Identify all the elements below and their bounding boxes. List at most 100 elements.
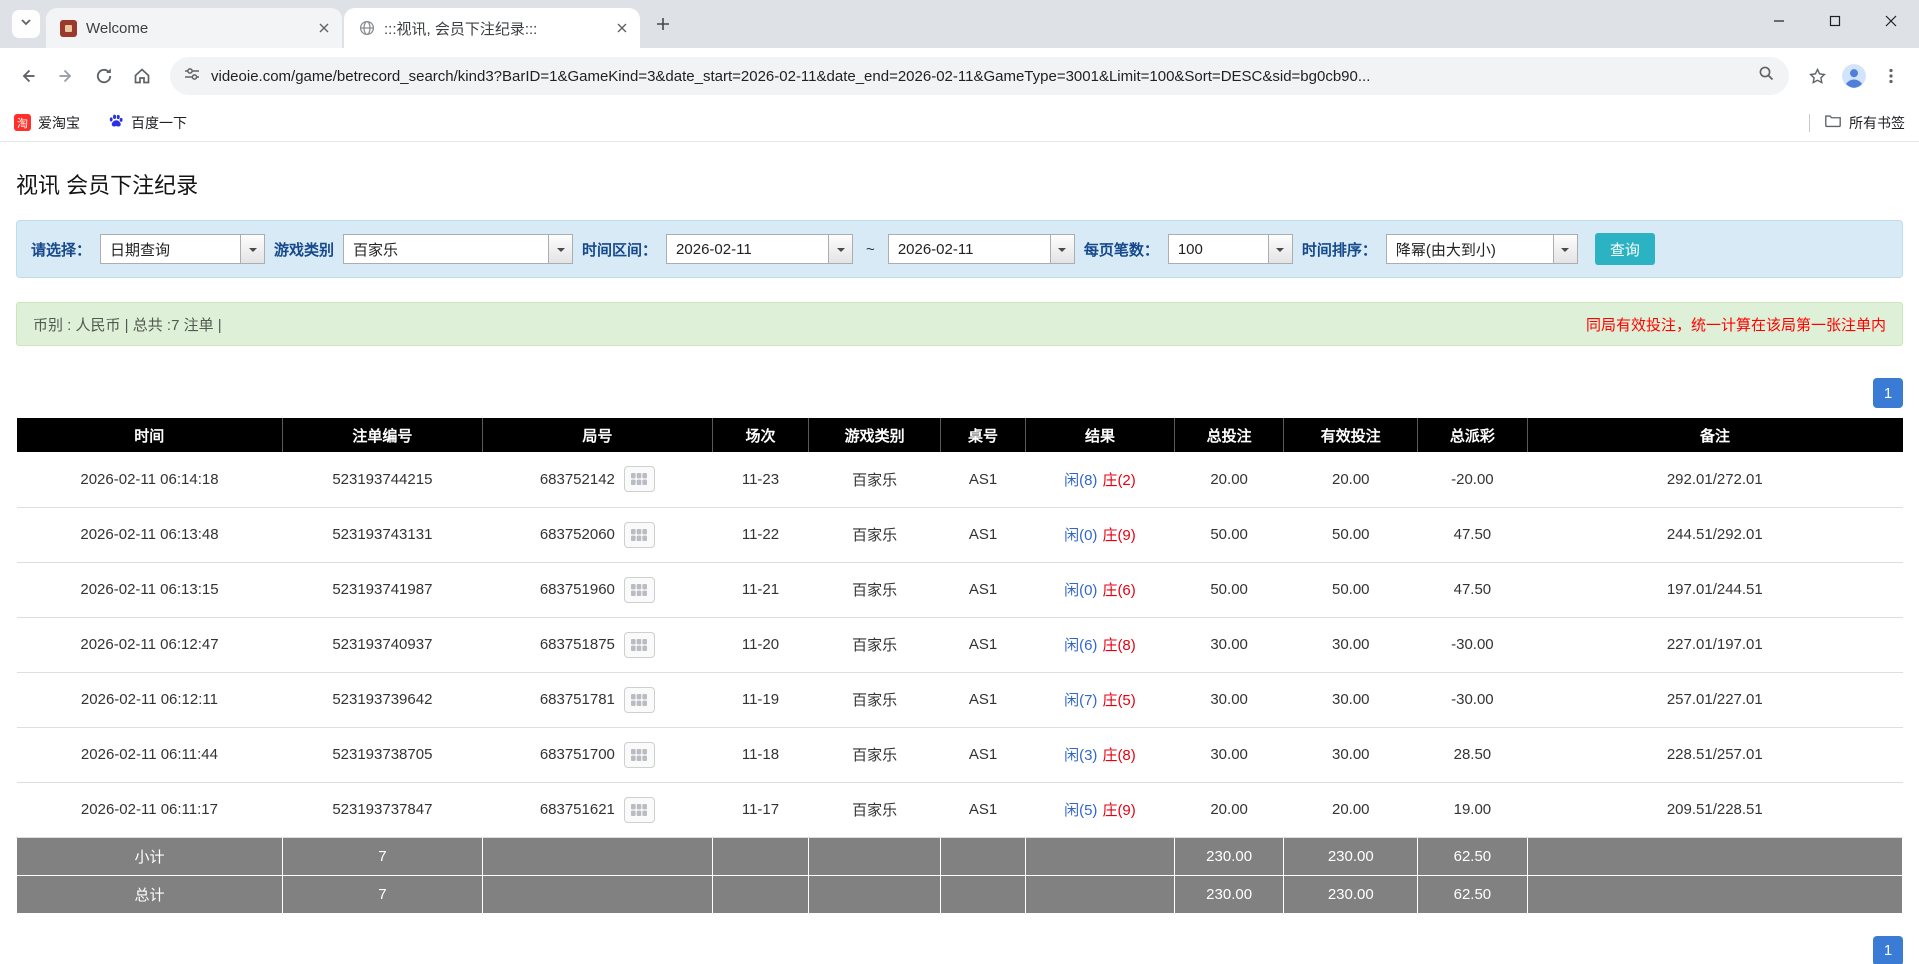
cell-game-kind: 百家乐 [808,782,941,838]
new-tab-button[interactable] [648,9,678,39]
browser-tab-betrecord[interactable]: :::视讯, 会员下注纪录::: [344,8,640,48]
cell-session: 11-19 [712,672,809,728]
tab-close-icon[interactable] [314,18,334,38]
result-player-text: 闲(7) [1064,692,1098,709]
date-range-label: 时间区间： [582,241,658,259]
cell-payout: 47.50 [1417,562,1528,618]
query-type-select[interactable]: 日期查询 [100,234,266,264]
chevron-down-icon[interactable] [828,235,853,263]
round-result-icon[interactable] [623,741,655,768]
date-start-value: 2026-02-11 [676,240,752,258]
result-banker-text: 庄(8) [1102,747,1136,764]
cell-total-bet[interactable]: 50.00 [1174,562,1284,618]
col-header-total-bet: 总投注 [1174,418,1285,452]
site-settings-icon[interactable] [184,66,200,87]
result-banker-text: 庄(6) [1102,582,1136,599]
cell-game-kind: 百家乐 [808,727,941,783]
round-result-icon[interactable] [623,686,655,713]
filter-bar: 请选择： 日期查询 游戏类别 百家乐 时间区间： 2026-02-11 ~ 20… [16,220,1903,278]
subtotal-total-bet: 230.00 [1173,836,1285,876]
total-payout: 62.50 [1417,874,1528,914]
cell-bet-id: 523193738705 [282,727,483,783]
result-player-text: 闲(6) [1064,637,1098,654]
per-page-label: 每页笔数： [1083,241,1159,259]
close-button[interactable] [1863,0,1919,42]
total-label: 总计 [16,874,283,914]
tab-close-icon[interactable] [612,18,632,38]
cell-total-bet[interactable]: 20.00 [1174,452,1284,508]
round-id-text: 683752142 [539,470,615,488]
browser-tab-welcome[interactable]: Welcome [46,8,342,48]
round-id-text: 683751781 [539,691,615,708]
chevron-down-icon[interactable] [1552,235,1577,263]
round-result-icon[interactable] [623,466,655,493]
all-bookmarks-button[interactable]: 所有书签 [1824,112,1905,133]
summary-info-bar: 币别 : 人民币 | 总共 :7 注单 | 同局有效投注，统一计算在该局第一张注… [16,302,1903,346]
page-number-button[interactable]: 1 [1873,378,1903,408]
profile-avatar[interactable] [1837,59,1871,93]
cell-total-bet[interactable]: 30.00 [1174,672,1284,728]
chevron-down-icon [19,15,33,34]
cell-valid-bet: 30.00 [1283,727,1418,783]
round-result-icon[interactable] [623,631,655,658]
bookmark-baidu[interactable]: 百度一下 [108,113,187,133]
folder-icon [1824,112,1842,133]
cell-valid-bet: 30.00 [1283,617,1418,673]
cell-valid-bet: 50.00 [1283,562,1418,618]
window-controls [1751,0,1919,42]
back-button[interactable] [10,58,46,94]
cell-total-bet[interactable]: 30.00 [1174,617,1284,673]
cell-note: 227.01/197.01 [1527,617,1903,673]
search-button[interactable]: 查询 [1594,233,1655,265]
home-button[interactable] [124,58,160,94]
pagination-bottom: 1 [16,935,1903,964]
round-id-text: 683752060 [539,526,615,543]
minimize-button[interactable] [1751,0,1807,42]
cell-table-no: AS1 [940,452,1026,508]
round-result-icon[interactable] [623,576,655,603]
chevron-down-icon[interactable] [240,235,265,263]
chevron-down-icon[interactable] [1049,235,1074,263]
time-sort-select[interactable]: 降幂(由大到小) [1385,234,1578,264]
cell-total-bet[interactable]: 50.00 [1174,507,1284,563]
cell-bet-id: 523193740937 [282,617,483,673]
round-result-icon[interactable] [623,521,655,548]
cell-table-no: AS1 [940,782,1026,838]
url-bar[interactable]: videoie.com/game/betrecord_search/kind3?… [170,57,1789,95]
cell-total-bet[interactable]: 30.00 [1174,727,1284,783]
cell-bet-id: 523193739642 [282,672,483,728]
bookmark-star-icon[interactable] [1799,58,1835,94]
footer-cell-empty [711,836,810,876]
refresh-button[interactable] [86,58,122,94]
cell-time: 2026-02-11 06:13:48 [16,507,283,563]
col-header-time: 时间 [16,418,283,452]
subtotal-payout: 62.50 [1417,836,1528,876]
per-page-select[interactable]: 100 [1167,234,1293,264]
forward-button[interactable] [48,58,84,94]
url-text[interactable]: videoie.com/game/betrecord_search/kind3?… [211,68,1747,85]
baidu-paw-icon [108,113,124,132]
page-number-button[interactable]: 1 [1873,935,1903,964]
date-end-select[interactable]: 2026-02-11 [887,234,1075,264]
tab-title: :::视讯, 会员下注纪录::: [384,20,538,38]
maximize-button[interactable] [1807,0,1863,42]
table-row: 2026-02-11 06:12:47 523193740937 6837518… [16,617,1903,673]
col-header-note: 备注 [1527,418,1903,452]
bet-rule-notice-text: 同局有效投注，统一计算在该局第一张注单内 [1585,316,1886,334]
browser-menu-icon[interactable] [1873,58,1909,94]
col-header-game-kind: 游戏类别 [808,418,942,452]
game-kind-select[interactable]: 百家乐 [343,234,574,264]
zoom-icon[interactable] [1758,65,1775,87]
chevron-down-icon[interactable] [1267,235,1292,263]
cell-total-bet[interactable]: 20.00 [1174,782,1284,838]
cell-table-no: AS1 [940,562,1026,618]
bookmark-aitaobao[interactable]: 淘 爱淘宝 [14,113,80,133]
footer-cell-empty [1526,836,1904,876]
round-result-icon[interactable] [623,796,655,823]
all-bookmarks-label: 所有书签 [1849,114,1905,131]
date-start-select[interactable]: 2026-02-11 [666,234,854,264]
chevron-down-icon[interactable] [548,235,573,263]
col-header-result: 结果 [1025,418,1175,452]
tab-search-button[interactable] [12,10,40,38]
cell-note: 209.51/228.51 [1527,782,1903,838]
